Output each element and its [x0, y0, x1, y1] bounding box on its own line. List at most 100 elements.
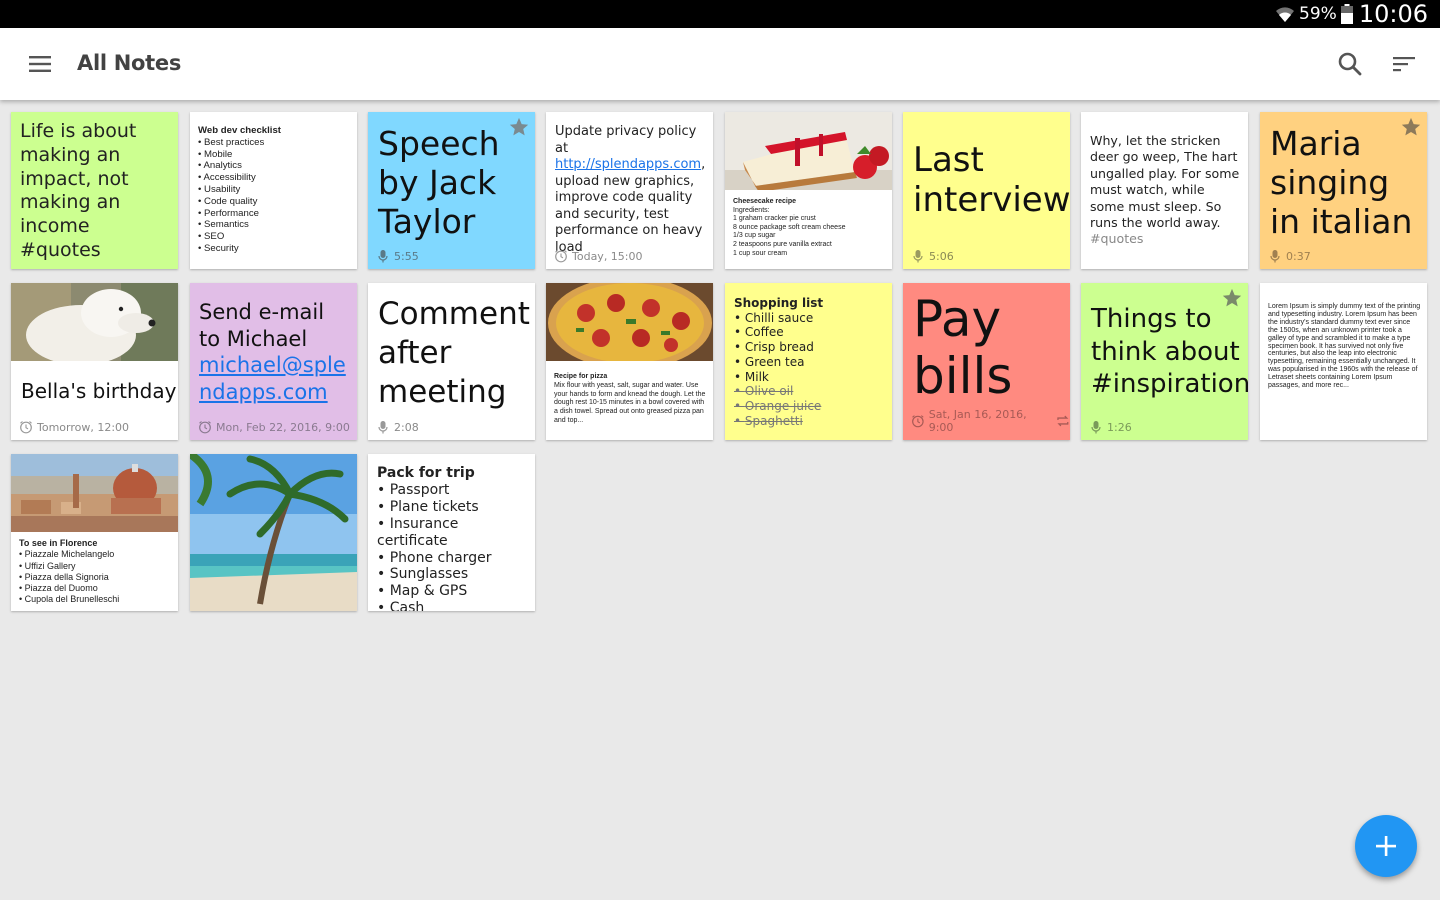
list-item: Cupola del Brunelleschi — [19, 594, 172, 605]
note-text: Update privacy policy at — [555, 124, 697, 156]
note-text: Pay bills — [913, 290, 1013, 405]
list-item: Accessibility — [198, 172, 351, 184]
list-item: Piazzale Michelangelo — [19, 549, 172, 560]
note-title: Web dev checklist — [198, 125, 282, 136]
reminder-meta: Sat, Jan 16, 2016, 9:00 — [911, 408, 1070, 434]
list-item: Coffee — [734, 325, 886, 340]
note-card-webdev-checklist[interactable]: Web dev checklist Best practices Mobile … — [190, 112, 357, 269]
alarm-icon — [20, 421, 32, 434]
note-line: 2 teaspoons pure vanilla extract — [733, 240, 832, 248]
audio-meta: 2:08 — [376, 420, 419, 434]
note-card-maria-singing[interactable]: Maria singing in italian 0:37 — [1260, 112, 1427, 269]
mic-icon — [378, 421, 388, 434]
note-card-things-to-think[interactable]: Things to think about #inspiration 1:26 — [1081, 283, 1248, 440]
list-item: Usability — [198, 184, 351, 196]
search-icon[interactable] — [1336, 50, 1364, 78]
audio-meta: 5:55 — [376, 249, 419, 263]
note-text: Last interview — [913, 140, 1070, 220]
note-card-comment-meeting[interactable]: Comment after meeting 2:08 — [368, 283, 535, 440]
mic-icon — [1270, 250, 1280, 263]
note-text: Comment after meeting — [378, 296, 530, 410]
note-card-lorem-ipsum[interactable]: Lorem Ipsum is simply dummy text of the … — [1260, 283, 1427, 440]
email-link[interactable]: michael@splendapps.com — [199, 353, 346, 404]
list-item: Passport — [377, 482, 529, 499]
list-item: Analytics — [198, 160, 351, 172]
audio-duration: 0:37 — [1286, 249, 1311, 263]
note-tag: #quotes — [1090, 231, 1144, 247]
note-card-pay-bills[interactable]: Pay bills Sat, Jan 16, 2016, 9:00 — [903, 283, 1070, 440]
checklist: Chilli sauce Coffee Crisp bread Green te… — [734, 311, 886, 429]
menu-icon[interactable] — [26, 50, 54, 78]
list-item: Map & GPS — [377, 583, 529, 600]
note-card-poem[interactable]: Why, let the stricken deer go weep, The … — [1081, 112, 1248, 269]
beach-photo — [190, 454, 357, 611]
note-card-bella-birthday[interactable]: Bella's birthday Tomorrow, 12:00 — [11, 283, 178, 440]
list-item: Security — [198, 243, 351, 255]
note-text: Bella's birthday — [21, 379, 177, 403]
note-card-beach-photo[interactable] — [190, 454, 357, 611]
checklist: Best practices Mobile Analytics Accessib… — [198, 137, 351, 255]
note-card-send-email[interactable]: Send e-mail to Michael michael@splendapp… — [190, 283, 357, 440]
list-item: Plane tickets — [377, 499, 529, 516]
audio-duration: 5:06 — [929, 249, 954, 263]
audio-meta: 0:37 — [1268, 249, 1311, 263]
alarm-icon — [555, 250, 567, 263]
list-item: Code quality — [198, 196, 351, 208]
note-card-last-interview[interactable]: Last interview 5:06 — [903, 112, 1070, 269]
note-card-privacy-policy[interactable]: Update privacy policy at http://splendap… — [546, 112, 713, 269]
list-item: Piazza del Duomo — [19, 583, 172, 594]
list-item: Cash — [377, 600, 529, 611]
sort-icon[interactable] — [1390, 50, 1418, 78]
note-card-cheesecake[interactable]: Cheesecake recipe Ingredients: 1 graham … — [725, 112, 892, 269]
list-item: Piazza della Signoria — [19, 572, 172, 583]
list-item: SEO — [198, 231, 351, 243]
note-text: Life is about making an impact, not maki… — [20, 120, 137, 261]
mic-icon — [913, 250, 923, 263]
note-card-shopping-list[interactable]: Shopping list Chilli sauce Coffee Crisp … — [725, 283, 892, 440]
list-item: Green tea — [734, 355, 886, 370]
note-text: Mix flour with yeast, salt, sugar and wa… — [554, 381, 706, 424]
mic-icon — [378, 250, 388, 263]
list-item: Phone charger — [377, 550, 529, 567]
add-note-button[interactable] — [1355, 815, 1417, 877]
checklist: Piazzale Michelangelo Uffizi Gallery Pia… — [19, 549, 172, 605]
note-card-speech[interactable]: Speech by Jack Taylor 5:55 — [368, 112, 535, 269]
page-title: All Notes — [77, 51, 182, 75]
list-item: Sunglasses — [377, 566, 529, 583]
list-item: Best practices — [198, 137, 351, 149]
note-card-life-quote[interactable]: Life is about making an impact, not maki… — [11, 112, 178, 269]
florence-photo — [11, 454, 178, 532]
list-item-done: Olive oil — [734, 384, 886, 399]
audio-duration: 5:55 — [394, 249, 419, 263]
list-item: Chilli sauce — [734, 311, 886, 326]
note-link[interactable]: http://splendapps.com — [555, 157, 701, 172]
note-text: Lorem Ipsum is simply dummy text of the … — [1268, 303, 1421, 390]
repeat-icon — [1057, 415, 1069, 427]
reminder-meta: Today, 15:00 — [554, 249, 643, 263]
alarm-icon — [199, 421, 211, 434]
pizza-photo — [546, 283, 713, 361]
reminder-time: Tomorrow, 12:00 — [37, 420, 130, 434]
list-item-done: Orange juice — [734, 399, 886, 414]
reminder-meta: Mon, Feb 22, 2016, 9:00 — [198, 420, 350, 434]
audio-duration: 2:08 — [394, 420, 419, 434]
battery-percent: 59% — [1299, 4, 1337, 24]
list-item: Milk — [734, 370, 886, 385]
note-title: Recipe for pizza — [554, 373, 608, 380]
note-text: Speech by Jack Taylor — [378, 124, 500, 241]
audio-meta: 1:26 — [1089, 420, 1132, 434]
clock: 10:06 — [1358, 0, 1428, 28]
list-item: Insurance certificate — [377, 516, 529, 550]
note-title: To see in Florence — [19, 538, 98, 548]
reminder-meta: Tomorrow, 12:00 — [19, 420, 129, 434]
list-item: Uffizi Gallery — [19, 561, 172, 572]
note-title: Cheesecake recipe — [733, 198, 797, 205]
note-card-pizza-recipe[interactable]: Recipe for pizza Mix flour with yeast, s… — [546, 283, 713, 440]
reminder-time: Sat, Jan 16, 2016, 9:00 — [928, 408, 1027, 434]
note-card-florence[interactable]: To see in Florence Piazzale Michelangelo… — [11, 454, 178, 611]
note-card-pack-for-trip[interactable]: Pack for trip Passport Plane tickets Ins… — [368, 454, 535, 611]
reminder-time: Mon, Feb 22, 2016, 9:00 — [216, 420, 350, 434]
list-item: Mobile — [198, 149, 351, 161]
list-item: Performance — [198, 208, 351, 220]
note-text: Why, let the stricken deer go weep, The … — [1090, 133, 1240, 231]
